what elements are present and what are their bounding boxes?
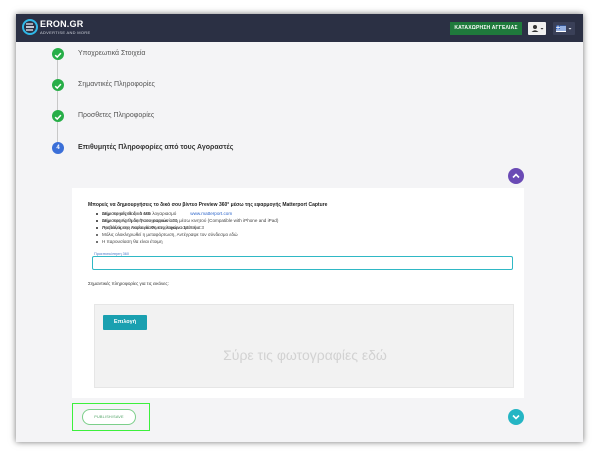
step-done-indicator	[52, 79, 64, 91]
navbar: ERON.GR ADVERTISE AND MORE ΚΑΤΑΧΩΡΗΣΗ ΑΓ…	[16, 14, 583, 42]
brand-tagline: ADVERTISE AND MORE	[40, 30, 91, 35]
publish-save-button[interactable]: PUBLISH/SAVE	[82, 409, 136, 425]
greek-flag-icon	[556, 25, 572, 32]
preview-intro: Μπορείς να δημιουργήσεις το δικό σου βίν…	[88, 202, 328, 208]
scroll-down-button[interactable]	[508, 409, 524, 425]
step-label: Σημαντικές Πληροφορίες	[78, 81, 155, 88]
image-specs-list: Μέγιστο μέγεθος : 5 MB Μέγιστος Αριθμός …	[96, 210, 204, 231]
logo-mark-icon	[22, 19, 38, 35]
step-required-info[interactable]: Υποχρεωτικά Στοιχεία	[52, 48, 352, 64]
list-item: Μόλις ολοκληρωθεί η μεταφόρτωση, Αντέγρα…	[96, 231, 278, 238]
check-icon	[54, 114, 62, 121]
list-item: Μέγιστο μέγεθος : 5 MB	[96, 210, 204, 217]
user-icon	[531, 25, 544, 32]
user-menu-button[interactable]	[528, 22, 546, 35]
step-label: Επιθυμητές Πληροφορίες από τους Αγοραστέ…	[78, 144, 234, 151]
preview-360-input[interactable]	[92, 256, 513, 270]
step-done-indicator	[52, 110, 64, 122]
scroll-up-button[interactable]	[508, 168, 524, 184]
image-notes-label: Σημαντικές πληροφορίες για τις εικόνες:	[88, 281, 169, 286]
list-item: Προτεινόμενη Αναλογία Φωτογραφιών : 16:9…	[96, 224, 204, 231]
select-photos-button[interactable]: Επιλογή	[103, 315, 147, 330]
step-content-card: Μπορείς να δημιουργήσεις το δικό σου βίν…	[72, 188, 524, 398]
create-listing-button[interactable]: ΚΑΤΑΧΩΡΗΣΗ ΑΓΓΕΛΙΑΣ	[450, 22, 522, 35]
list-item: Η παρουσίαση θα είναι έτοιμη	[96, 238, 278, 245]
step-current-indicator: 4	[52, 142, 64, 154]
step-important-info[interactable]: Σημαντικές Πληροφορίες	[52, 79, 352, 95]
language-menu-button[interactable]	[553, 22, 575, 35]
brand-name: ERON.GR	[40, 19, 84, 29]
step-label: Υποχρεωτικά Στοιχεία	[78, 50, 146, 57]
step-number: 4	[56, 145, 60, 151]
check-icon	[54, 83, 62, 90]
step-buyer-info[interactable]: 4 Επιθυμητές Πληροφορίες από τους Αγορασ…	[52, 142, 352, 158]
step-done-indicator	[52, 48, 64, 60]
step-additional-info[interactable]: Προσθετες Πληροφορίες	[52, 110, 352, 126]
step-label: Προσθετες Πληροφορίες	[78, 112, 155, 119]
dropzone-hint: Σύρε τις φωτογραφίες εδώ	[223, 347, 387, 363]
check-icon	[54, 52, 62, 59]
chevron-up-icon	[512, 173, 520, 179]
site-logo[interactable]: ERON.GR ADVERTISE AND MORE	[22, 19, 91, 37]
chevron-down-icon	[512, 414, 520, 420]
photo-dropzone[interactable]: Επιλογή Σύρε τις φωτογραφίες εδώ	[94, 304, 514, 388]
list-item: Μέγιστος Αριθμός Φωτογραφιών : 21	[96, 217, 204, 224]
app-window: ERON.GR ADVERTISE AND MORE ΚΑΤΑΧΩΡΗΣΗ ΑΓ…	[16, 14, 583, 442]
publish-highlight: PUBLISH/SAVE	[72, 403, 150, 431]
